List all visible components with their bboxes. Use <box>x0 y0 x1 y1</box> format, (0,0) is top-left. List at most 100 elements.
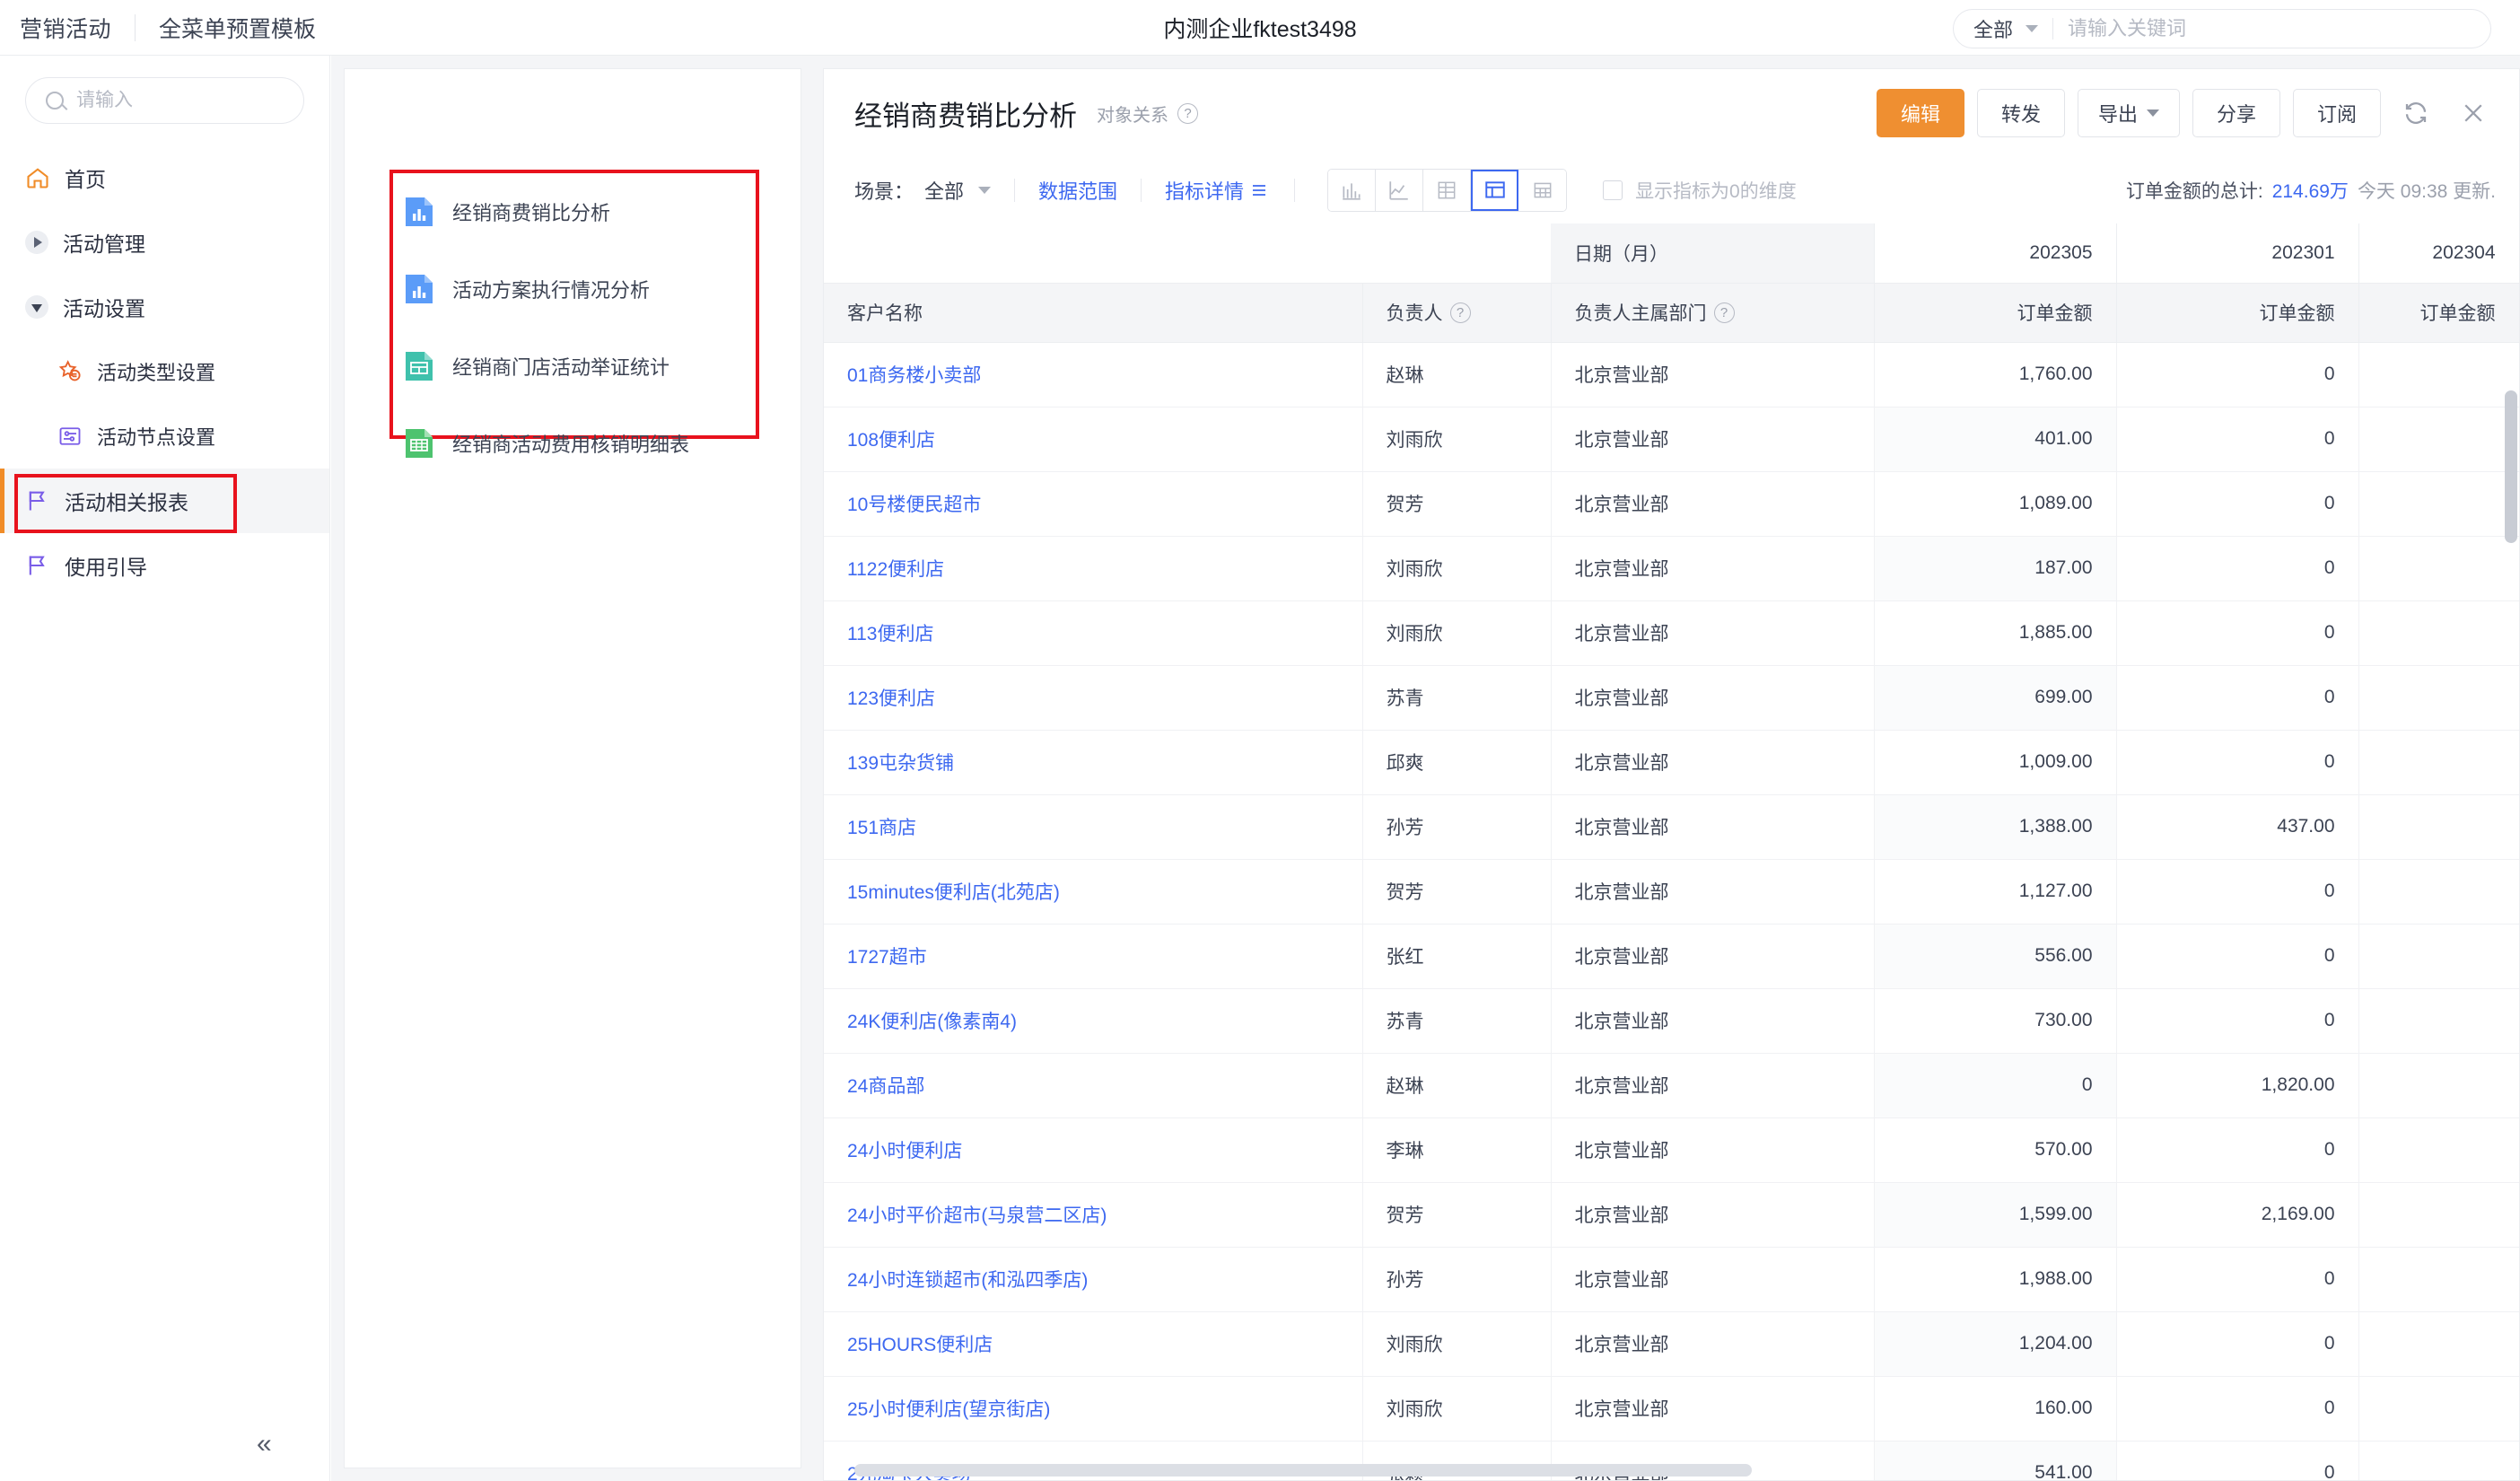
help-icon[interactable]: ? <box>1714 302 1735 323</box>
view-mode-pivot[interactable] <box>1423 170 1471 211</box>
object-relation[interactable]: 对象关系 ? <box>1097 101 1198 127</box>
report-table-wrapper[interactable]: 日期（月） 202305 202301 202304 客户名称 负责人 ? <box>824 223 2519 1480</box>
topbar-divider <box>135 14 136 41</box>
cell-customer-name[interactable]: 24小时连锁超市(和泓四季店) <box>824 1247 1362 1311</box>
search-scope-dropdown[interactable]: 全部 <box>1954 14 2052 43</box>
table-row[interactable]: 113便利店刘雨欣北京营业部1,885.000 <box>824 600 2519 665</box>
header-owner-department[interactable]: 负责人主属部门 ? <box>1551 283 1874 342</box>
table-row[interactable]: 24K便利店(像素南4)苏青北京营业部730.000 <box>824 988 2519 1053</box>
cell-customer-name[interactable]: 1122便利店 <box>824 536 1362 600</box>
export-button[interactable]: 导出 <box>2078 89 2180 137</box>
table-row[interactable]: 24小时连锁超市(和泓四季店)孙芳北京营业部1,988.000 <box>824 1247 2519 1311</box>
show-zero-dimension-checkbox[interactable]: 显示指标为0的维度 <box>1603 177 1797 204</box>
table-row[interactable]: 01商务楼小卖部赵琳北京营业部1,760.000 <box>824 342 2519 407</box>
report-item-label: 经销商费销比分析 <box>452 197 610 226</box>
table-row[interactable]: 24商品部赵琳北京营业部01,820.00 <box>824 1053 2519 1117</box>
view-mode-table[interactable] <box>1471 170 1518 211</box>
cell-customer-name[interactable]: 108便利店 <box>824 407 1362 471</box>
table-row[interactable]: 10号楼便民超市贺芳北京营业部1,089.000 <box>824 471 2519 536</box>
sidebar-item-activity-settings[interactable]: 活动设置 <box>0 275 329 339</box>
share-button[interactable]: 分享 <box>2192 89 2280 137</box>
updated-time: 今天 09:38 更新. <box>2358 177 2496 204</box>
header-order-amount-202301[interactable]: 订单金额 <box>2116 283 2358 342</box>
cell-order-amount-202301: 1,820.00 <box>2116 1053 2358 1117</box>
chevron-down-icon[interactable] <box>978 187 991 194</box>
cell-customer-name[interactable]: 01商务楼小卖部 <box>824 342 1362 407</box>
cell-customer-name[interactable]: 24小时平价超市(马泉营二区店) <box>824 1182 1362 1247</box>
report-toolbar: 场景： 全部 数据范围 指标详情 <box>824 157 2519 223</box>
cell-owner-department: 北京营业部 <box>1551 536 1874 600</box>
report-item-activity-expense-writeoff-detail[interactable]: 经销商活动费用核销明细表 <box>393 405 756 482</box>
metric-detail-button[interactable]: 指标详情 <box>1165 176 1244 205</box>
scene-value[interactable]: 全部 <box>924 176 964 205</box>
cell-order-amount-202304 <box>2358 1247 2519 1311</box>
report-item-plan-execution-analysis[interactable]: 活动方案执行情况分析 <box>393 250 756 328</box>
list-icon[interactable] <box>1249 180 1271 201</box>
cell-customer-name[interactable]: 15minutes便利店(北苑店) <box>824 859 1362 924</box>
report-item-label: 活动方案执行情况分析 <box>452 275 650 303</box>
header-order-amount-202305[interactable]: 订单金额 <box>1874 283 2116 342</box>
forward-button[interactable]: 转发 <box>1977 89 2065 137</box>
cell-customer-name[interactable]: 113便利店 <box>824 600 1362 665</box>
table-row[interactable]: 151商店孙芳北京营业部1,388.00437.00 <box>824 794 2519 859</box>
horizontal-scrollbar[interactable] <box>854 1464 1752 1477</box>
cell-customer-name[interactable]: 123便利店 <box>824 665 1362 730</box>
cell-customer-name[interactable]: 10号楼便民超市 <box>824 471 1362 536</box>
help-icon[interactable]: ? <box>1177 103 1198 124</box>
table-row[interactable]: 25小时便利店(望京街店)刘雨欣北京营业部160.000 <box>824 1376 2519 1441</box>
sidebar-item-activity-management[interactable]: 活动管理 <box>0 210 329 275</box>
sidebar-item-activity-reports[interactable]: 活动相关报表 <box>0 469 329 533</box>
sidebar-item-usage-guide[interactable]: 使用引导 <box>0 533 329 598</box>
report-item-dealer-expense-sales-ratio[interactable]: 经销商费销比分析 <box>393 173 756 250</box>
template-name[interactable]: 全菜单预置模板 <box>159 12 316 44</box>
refresh-icon <box>2402 100 2429 127</box>
header-order-amount-202304[interactable]: 订单金额 <box>2358 283 2519 342</box>
close-button[interactable] <box>2451 91 2496 136</box>
table-row[interactable]: 25HOURS便利店刘雨欣北京营业部1,204.000 <box>824 1311 2519 1376</box>
cell-order-amount-202304 <box>2358 1311 2519 1376</box>
edit-button[interactable]: 编辑 <box>1877 89 1964 137</box>
view-mode-line-chart[interactable] <box>1376 170 1423 211</box>
sidebar-search-input[interactable] <box>76 90 319 111</box>
sidebar-item-activity-node-settings[interactable]: 活动节点设置 <box>0 404 329 469</box>
header-owner[interactable]: 负责人 ? <box>1362 283 1551 342</box>
help-icon[interactable]: ? <box>1450 302 1471 323</box>
sidebar-item-activity-type-settings[interactable]: 活动类型设置 <box>0 339 329 404</box>
report-item-store-activity-evidence-stats[interactable]: 经销商门店活动举证统计 <box>393 328 756 405</box>
sidebar-item-label: 首页 <box>65 162 106 193</box>
cell-owner-department: 北京营业部 <box>1551 471 1874 536</box>
global-search-bar[interactable]: 全部 <box>1953 9 2491 48</box>
cell-customer-name[interactable]: 24K便利店(像素南4) <box>824 988 1362 1053</box>
table-row[interactable]: 1122便利店刘雨欣北京营业部187.000 <box>824 536 2519 600</box>
table-row[interactable]: 139屯杂货铺邱爽北京营业部1,009.000 <box>824 730 2519 794</box>
table-row[interactable]: 123便利店苏青北京营业部699.000 <box>824 665 2519 730</box>
vertical-scrollbar[interactable] <box>2505 390 2517 543</box>
bar-chart-doc-icon <box>404 273 434 305</box>
cell-customer-name[interactable]: 151商店 <box>824 794 1362 859</box>
cell-order-amount-202305: 1,127.00 <box>1874 859 2116 924</box>
table-row[interactable]: 24小时平价超市(马泉营二区店)贺芳北京营业部1,599.002,169.00 <box>824 1182 2519 1247</box>
cell-customer-name[interactable]: 24商品部 <box>824 1053 1362 1117</box>
table-row[interactable]: 15minutes便利店(北苑店)贺芳北京营业部1,127.000 <box>824 859 2519 924</box>
sidebar-collapse-button[interactable]: « <box>257 1431 272 1458</box>
cell-customer-name[interactable]: 139屯杂货铺 <box>824 730 1362 794</box>
data-range-button[interactable]: 数据范围 <box>1038 176 1117 205</box>
cell-customer-name[interactable]: 25HOURS便利店 <box>824 1311 1362 1376</box>
table-row[interactable]: 108便利店刘雨欣北京营业部401.000 <box>824 407 2519 471</box>
header-customer-name[interactable]: 客户名称 <box>824 283 1362 342</box>
header-date-202304: 202304 <box>2358 223 2519 283</box>
view-mode-grid[interactable] <box>1518 170 1566 211</box>
cell-customer-name[interactable]: 25小时便利店(望京街店) <box>824 1376 1362 1441</box>
view-mode-bar-chart[interactable] <box>1328 170 1376 211</box>
global-search-input[interactable] <box>2068 10 2490 48</box>
sidebar-item-home[interactable]: 首页 <box>0 145 329 210</box>
table-row[interactable]: 1727超市张红北京营业部556.000 <box>824 924 2519 988</box>
checkbox-icon[interactable] <box>1603 180 1623 200</box>
subscribe-button[interactable]: 订阅 <box>2293 89 2381 137</box>
refresh-button[interactable] <box>2393 91 2438 136</box>
cell-customer-name[interactable]: 1727超市 <box>824 924 1362 988</box>
cell-owner: 张红 <box>1362 924 1551 988</box>
cell-customer-name[interactable]: 24小时便利店 <box>824 1117 1362 1182</box>
sidebar-search[interactable] <box>25 77 304 124</box>
table-row[interactable]: 24小时便利店李琳北京营业部570.000 <box>824 1117 2519 1182</box>
